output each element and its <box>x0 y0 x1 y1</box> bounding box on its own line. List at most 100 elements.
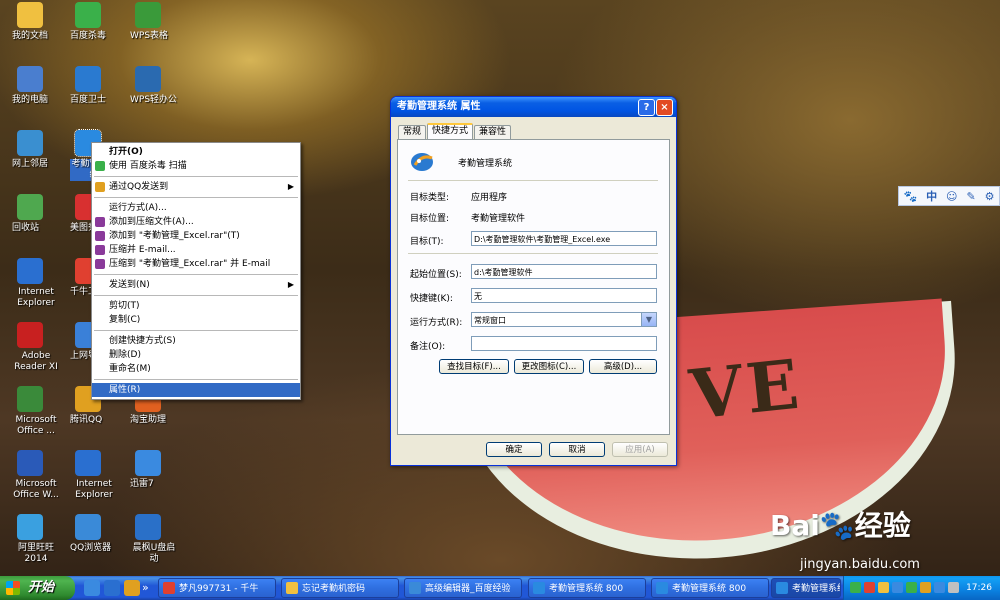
desktop-icon[interactable]: 百度杀毒 <box>58 2 118 41</box>
tray-icon[interactable] <box>850 582 861 593</box>
menu-item[interactable]: 通过QQ发送到 ▶ <box>92 180 300 194</box>
chevron-down-icon[interactable]: ▼ <box>641 313 656 326</box>
tray-icon[interactable] <box>948 582 959 593</box>
menu-item[interactable]: 创建快捷方式(S) <box>92 334 300 348</box>
quick-launch-icon[interactable] <box>124 580 140 596</box>
menu-item[interactable]: 重命名(M) <box>92 362 300 376</box>
app-icon <box>17 322 43 348</box>
taskbar-button-label: 梦凡997731 - 千牛 <box>179 584 259 594</box>
find-target-button[interactable]: 查找目标(F)... <box>439 359 509 374</box>
menu-item[interactable]: 属性(R) <box>92 383 300 397</box>
tray-icon[interactable] <box>906 582 917 593</box>
quick-launch-icon[interactable] <box>84 580 100 596</box>
comment-label: 备注(O): <box>410 342 446 352</box>
desktop-icon[interactable]: 迅雷7 <box>118 450 178 489</box>
taskbar-window-button[interactable]: 考勤管理系统 属性 <box>771 578 841 598</box>
taskbar-window-button[interactable]: 考勤管理系统 800 <box>651 578 769 598</box>
menu-item[interactable]: 压缩到 "考勤管理_Excel.rar" 并 E-mail <box>92 257 300 271</box>
comment-field[interactable] <box>471 336 657 351</box>
app-icon <box>75 514 101 540</box>
change-icon-button[interactable]: 更改图标(C)... <box>514 359 584 374</box>
desktop-icon[interactable]: 网上邻居 <box>0 130 60 169</box>
menu-item[interactable]: 删除(D) <box>92 348 300 362</box>
desktop-icon[interactable]: 回收站 <box>0 194 60 233</box>
tray-icon[interactable] <box>920 582 931 593</box>
desktop-icon-label: 阿里旺旺 2014 <box>17 543 54 564</box>
start-in-field[interactable]: d:\考勤管理软件 <box>471 264 657 279</box>
shortcut-panel: 考勤管理系统 目标类型: 应用程序 目标位置: 考勤管理软件 目标(T): D:… <box>397 139 670 435</box>
menu-item-label: 剪切(T) <box>109 301 140 311</box>
tab-general[interactable]: 常规 <box>398 125 427 139</box>
properties-dialog: 考勤管理系统 属性 ? × 常规 快捷方式 兼容性 考勤管理系统 目标类型: 应… <box>390 96 677 466</box>
hotkey-field[interactable]: 无 <box>471 288 657 303</box>
desktop-icon[interactable]: WPS表格 <box>118 2 178 41</box>
help-button[interactable]: ? <box>638 99 655 116</box>
tray-icon[interactable] <box>892 582 903 593</box>
tray-icon[interactable] <box>934 582 945 593</box>
run-select[interactable]: 常规窗口 ▼ <box>471 312 657 327</box>
gear-icon[interactable]: ⚙ <box>985 190 995 203</box>
desktop-icon[interactable]: WPS轻办公 <box>118 66 178 105</box>
advanced-button[interactable]: 高级(D)... <box>589 359 657 374</box>
desktop-icon[interactable]: 晨枫U盘启动 <box>118 514 178 564</box>
clock[interactable]: 17:26 <box>966 576 992 600</box>
paw-icon[interactable]: 🐾 <box>903 190 917 203</box>
desktop-icon[interactable]: 我的文档 <box>0 2 60 41</box>
desktop-icon[interactable]: QQ浏览器 <box>58 514 118 553</box>
menu-item-icon <box>95 245 105 255</box>
menu-item[interactable]: 压缩并 E-mail... <box>92 243 300 257</box>
desktop-icon[interactable]: 百度卫士 <box>58 66 118 105</box>
app-icon <box>411 153 433 171</box>
ime-mode-button[interactable]: 中 <box>926 188 937 204</box>
desktop-icon[interactable]: 我的电脑 <box>0 66 60 105</box>
menu-item-label: 发送到(N) <box>109 280 150 290</box>
ok-button[interactable]: 确定 <box>486 442 542 457</box>
tray-icon[interactable] <box>864 582 875 593</box>
quick-launch-more[interactable]: » <box>142 580 158 596</box>
dialog-title-bar[interactable]: 考勤管理系统 属性 ? × <box>391 97 676 117</box>
taskbar-window-button[interactable]: 忘记考勤机密码 <box>281 578 399 598</box>
menu-item-label: 压缩并 E-mail... <box>109 245 176 255</box>
smiley-icon[interactable]: ☺ <box>946 190 957 203</box>
pen-icon[interactable]: ✎ <box>966 190 975 203</box>
menu-item[interactable]: 添加到 "考勤管理_Excel.rar"(T) <box>92 229 300 243</box>
window-icon <box>533 582 545 594</box>
close-button[interactable]: × <box>656 99 673 116</box>
menu-item[interactable]: 运行方式(A)... <box>92 201 300 215</box>
cancel-button[interactable]: 取消 <box>549 442 605 457</box>
desktop-icon[interactable]: Microsoft Office ... <box>0 386 60 436</box>
menu-separator <box>94 197 298 198</box>
menu-item[interactable]: 剪切(T) <box>92 299 300 313</box>
tab-compatibility[interactable]: 兼容性 <box>474 125 512 139</box>
desktop-icon-label: 回收站 <box>12 223 40 233</box>
hotkey-label: 快捷键(K): <box>410 294 453 304</box>
app-icon <box>135 2 161 28</box>
desktop-icon[interactable]: 阿里旺旺 2014 <box>0 514 60 564</box>
tray-icon[interactable] <box>878 582 889 593</box>
taskbar: 开始 » 梦凡997731 - 千牛 忘记考勤机密码 高级编辑器_百度经验 考勤管理系… <box>0 576 1000 600</box>
menu-item-icon <box>95 231 105 241</box>
taskbar-window-button[interactable]: 考勤管理系统 800 <box>528 578 646 598</box>
menu-item[interactable]: 发送到(N) ▶ <box>92 278 300 292</box>
app-icon <box>17 66 43 92</box>
desktop-icon[interactable]: Microsoft Office W... <box>0 450 60 500</box>
submenu-arrow-icon: ▶ <box>287 280 294 289</box>
menu-item[interactable]: 打开(O) <box>92 145 300 159</box>
taskbar-window-button[interactable]: 梦凡997731 - 千牛 <box>158 578 276 598</box>
taskbar-window-button[interactable]: 高级编辑器_百度经验 <box>404 578 522 598</box>
menu-item[interactable]: 使用 百度杀毒 扫描 <box>92 159 300 173</box>
desktop-icon[interactable]: Adobe Reader XI <box>0 322 60 372</box>
menu-item[interactable]: 添加到压缩文件(A)... <box>92 215 300 229</box>
target-location-label: 目标位置: <box>410 214 450 224</box>
start-button[interactable]: 开始 <box>0 576 75 600</box>
apply-button[interactable]: 应用(A) <box>612 442 668 457</box>
tab-shortcut[interactable]: 快捷方式 <box>427 123 474 140</box>
desktop-icon[interactable]: Internet Explorer <box>0 258 60 308</box>
desktop-icon[interactable]: Internet Explorer <box>58 450 118 500</box>
menu-item-label: 属性(R) <box>109 385 141 395</box>
menu-item[interactable]: 复制(C) <box>92 313 300 327</box>
target-field[interactable]: D:\考勤管理软件\考勤管理_Excel.exe <box>471 231 657 246</box>
context-menu: 打开(O) 使用 百度杀毒 扫描 通过QQ发送到 ▶ 运行方式(A)... 添加到压缩文件… <box>91 142 301 400</box>
app-icon <box>17 130 43 156</box>
quick-launch-icon[interactable] <box>104 580 120 596</box>
